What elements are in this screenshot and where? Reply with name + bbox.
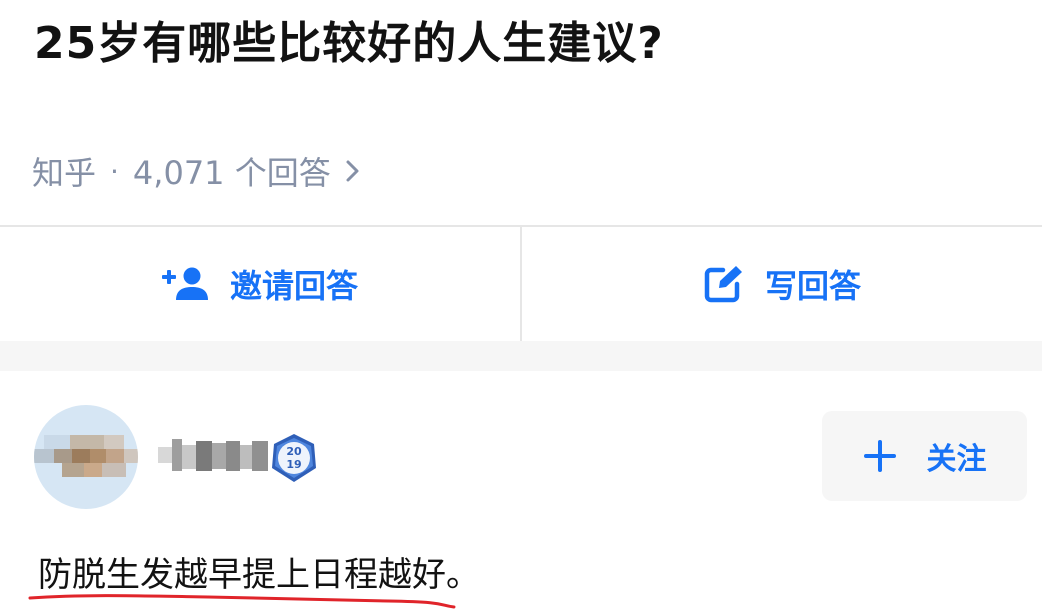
author-name[interactable]	[158, 435, 270, 475]
edit-icon	[703, 264, 745, 304]
question-meta[interactable]: 知乎 · 4,071 个回答	[32, 146, 361, 196]
badge-year-top: 20	[286, 445, 302, 458]
avatar-pixel	[34, 449, 54, 463]
red-underline-annotation	[28, 594, 456, 609]
name-pixel	[240, 445, 252, 469]
name-pixel	[182, 445, 196, 469]
write-answer-button[interactable]: 写回答	[522, 227, 1042, 341]
avatar-pixel	[106, 449, 124, 463]
avatar-pixel	[90, 449, 106, 463]
name-pixel	[226, 441, 240, 471]
invite-answer-button[interactable]: 邀请回答	[0, 227, 520, 341]
follow-label: 关注	[926, 442, 987, 477]
name-pixel	[172, 439, 182, 471]
invite-answer-label: 邀请回答	[229, 267, 358, 305]
avatar-pixel	[84, 463, 102, 477]
name-pixel	[196, 441, 212, 471]
avatar-pixel	[44, 435, 70, 449]
avatar-pixel	[104, 435, 124, 449]
name-pixel	[212, 443, 226, 469]
anniversary-badge-icon: 20 19	[272, 434, 316, 482]
add-user-icon	[161, 266, 210, 302]
avatar-pixel	[72, 449, 90, 463]
write-answer-label: 写回答	[764, 267, 861, 305]
meta-separator: ·	[110, 154, 119, 188]
author-avatar[interactable]	[34, 405, 138, 509]
name-pixel	[252, 441, 268, 471]
question-title[interactable]: 25岁有哪些比较好的人生建议?	[34, 14, 664, 74]
name-pixel	[158, 447, 172, 463]
source-label: 知乎	[32, 154, 97, 192]
follow-button[interactable]: 关注	[822, 411, 1027, 501]
action-bar: 邀请回答 写回答	[0, 227, 1042, 341]
avatar-pixel	[70, 435, 104, 449]
plus-icon	[863, 439, 897, 473]
avatar-pixel	[124, 449, 138, 463]
badge-year-bottom: 19	[286, 458, 301, 471]
chevron-right-icon	[346, 160, 359, 182]
avatar-pixel	[62, 463, 84, 477]
answer-count: 4,071 个回答	[132, 154, 331, 192]
avatar-pixel	[54, 449, 72, 463]
section-gap	[0, 341, 1042, 371]
avatar-pixel	[102, 463, 126, 477]
